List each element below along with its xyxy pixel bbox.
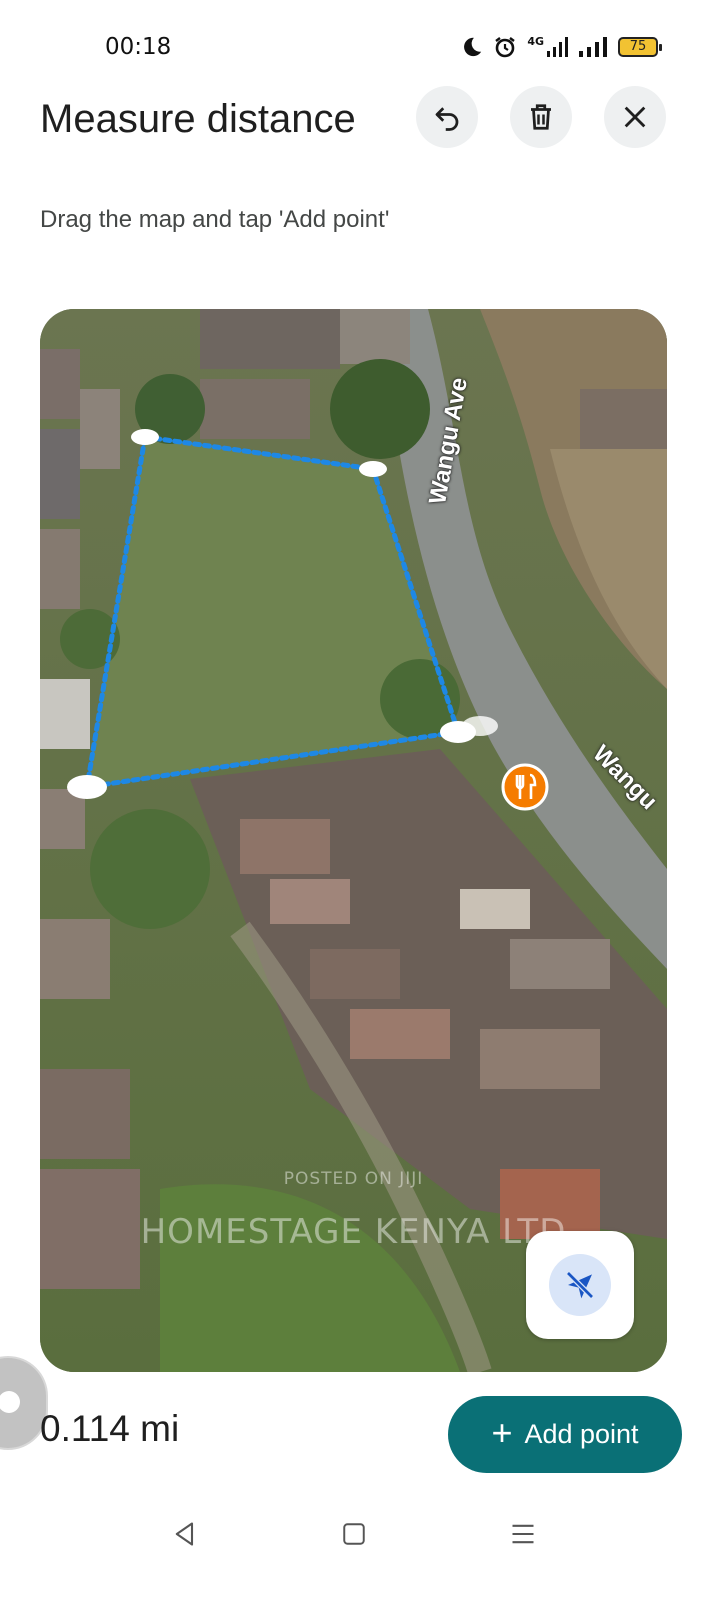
measure-point[interactable] bbox=[359, 461, 387, 477]
location-off-icon bbox=[566, 1271, 594, 1299]
measure-point[interactable] bbox=[131, 429, 159, 445]
menu-button[interactable] bbox=[501, 1512, 545, 1556]
alarm-icon bbox=[495, 37, 516, 58]
status-bar: 00:18 4G 75 bbox=[0, 0, 720, 80]
back-button[interactable] bbox=[163, 1512, 207, 1556]
location-button[interactable] bbox=[526, 1231, 634, 1339]
undo-button[interactable] bbox=[416, 86, 478, 148]
home-icon bbox=[343, 1523, 365, 1545]
add-point-label: Add point bbox=[524, 1419, 639, 1449]
back-icon bbox=[175, 1522, 194, 1546]
restaurant-poi[interactable] bbox=[501, 763, 549, 811]
plus-icon: + bbox=[491, 1412, 513, 1453]
page-subtitle: Drag the map and tap 'Add point' bbox=[40, 206, 390, 233]
page-title: Measure distance bbox=[40, 97, 356, 141]
home-button[interactable] bbox=[332, 1512, 376, 1556]
close-icon bbox=[624, 106, 646, 128]
network-type-label: 4G bbox=[527, 34, 544, 48]
moon-icon bbox=[464, 37, 482, 57]
signal-4g-icon bbox=[547, 37, 568, 57]
watermark-posted: POSTED ON JIJI bbox=[283, 1169, 424, 1189]
measure-point[interactable] bbox=[440, 721, 476, 743]
measure-point[interactable] bbox=[67, 775, 107, 799]
map-view[interactable]: Wangu Ave Wangu POSTED ON JIJI HOMESTAGE… bbox=[40, 309, 667, 1372]
delete-button[interactable] bbox=[510, 86, 572, 148]
undo-icon bbox=[435, 107, 459, 131]
battery-level: 75 bbox=[629, 39, 647, 54]
system-nav-bar bbox=[0, 1490, 720, 1600]
delete-icon bbox=[531, 104, 551, 130]
status-time: 00:18 bbox=[105, 34, 172, 60]
status-icons: 4G 75 bbox=[461, 33, 662, 61]
add-point-button[interactable]: + Add point bbox=[448, 1396, 682, 1473]
menu-icon bbox=[512, 1524, 534, 1544]
close-button[interactable] bbox=[604, 86, 666, 148]
distance-value: 0.114 mi bbox=[40, 1408, 180, 1449]
battery-icon: 75 bbox=[618, 37, 662, 57]
signal-icon bbox=[579, 37, 607, 57]
